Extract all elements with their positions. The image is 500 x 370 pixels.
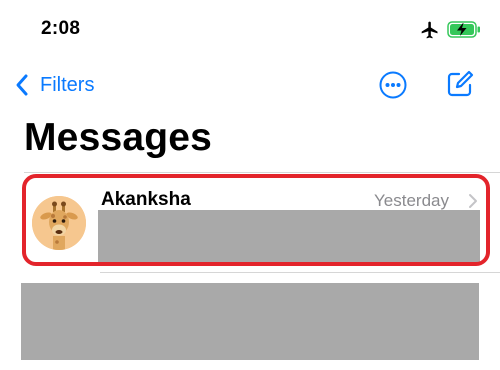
compose-icon[interactable] xyxy=(446,70,474,98)
status-time: 2:08 xyxy=(41,18,81,39)
back-button[interactable]: Filters xyxy=(14,71,94,99)
divider xyxy=(24,172,500,173)
giraffe-avatar-icon xyxy=(32,196,86,250)
page-title: Messages xyxy=(24,116,213,159)
more-icon[interactable] xyxy=(378,70,408,100)
chevron-right-icon xyxy=(469,194,477,208)
chevron-left-icon xyxy=(16,74,28,96)
contact-name: Akanksha xyxy=(101,189,191,210)
divider xyxy=(100,272,500,273)
back-label: Filters xyxy=(40,73,95,96)
airplane-icon xyxy=(421,21,438,39)
avatar xyxy=(32,196,86,250)
battery-charging-icon xyxy=(447,21,480,38)
message-preview-redacted xyxy=(98,210,480,262)
conversation-row[interactable]: Akanksha Yesterday xyxy=(22,174,498,272)
timestamp: Yesterday xyxy=(374,191,449,210)
redacted-conversation-row xyxy=(21,283,479,360)
